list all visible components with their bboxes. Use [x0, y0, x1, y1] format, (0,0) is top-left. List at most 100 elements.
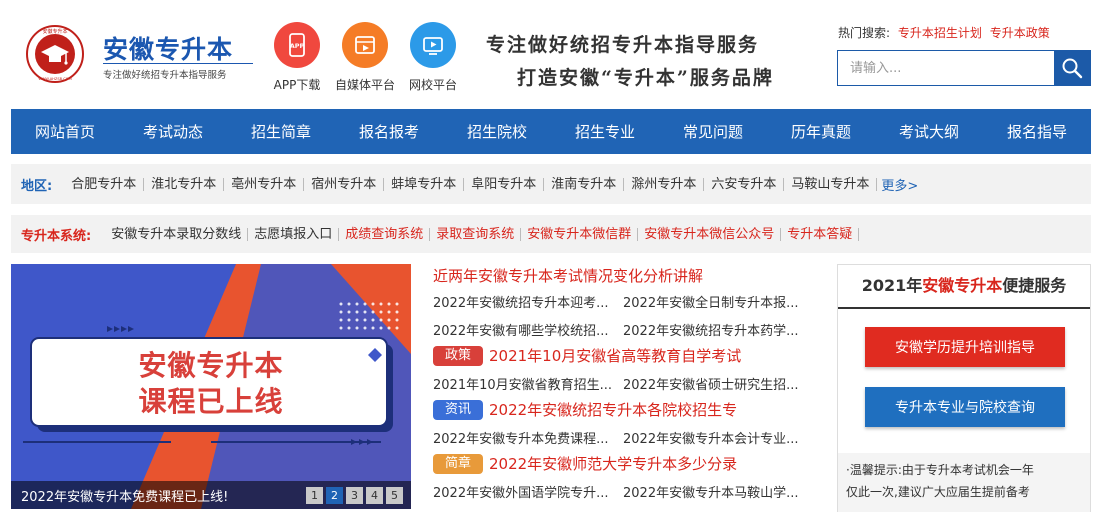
logo-seal-icon[interactable]: 安徽专升本 WWW.AHZSB.COM: [19, 24, 91, 84]
banner-headline-line: 课程已上线: [138, 385, 284, 418]
major-college-query-button[interactable]: 专升本专业与院校查询: [865, 387, 1065, 427]
news-tag-policy: 政策: [433, 345, 483, 366]
news-list: 近两年安徽专升本考试情况变化分析讲解 2022年安徽统招专升本迎考... 202…: [433, 264, 823, 512]
system-link[interactable]: 安徽专升本微信群: [521, 227, 639, 241]
nav-syllabus[interactable]: 考试大纲: [875, 109, 983, 154]
training-guide-button[interactable]: 安徽学历提升培训指导: [865, 327, 1065, 367]
slogan-line-1: 专注做好统招专升本指导服务: [486, 34, 760, 56]
region-link[interactable]: 滁州专升本: [624, 177, 705, 191]
news-headline-text: 2022年安徽统招专升本各院校招生专: [489, 401, 738, 419]
news-headline[interactable]: 近两年安徽专升本考试情况变化分析讲解: [433, 265, 703, 286]
news-link[interactable]: 2022年安徽省硕士研究生招...: [623, 374, 813, 393]
news-link[interactable]: 2022年安徽全日制专升本报...: [623, 292, 813, 311]
region-link[interactable]: 淮南专升本: [544, 177, 625, 191]
promo-banner[interactable]: 安徽专升本 课程已上线 2022年安徽专升本免费课程已上线! 1 2 3 4 5: [11, 264, 411, 509]
news-link[interactable]: 2022年安徽外国语学院专升...: [433, 482, 623, 501]
system-link[interactable]: 录取查询系统: [430, 227, 522, 241]
service-panel: 2021年安徽专升本便捷服务 安徽学历提升培训指导 专升本专业与院校查询 ·温馨…: [837, 264, 1091, 512]
pager-button[interactable]: 4: [366, 487, 383, 504]
app-download-button[interactable]: APP APP下载: [267, 22, 327, 93]
hot-search-label: 热门搜索:: [838, 26, 891, 40]
news-headline-text: 近两年安徽专升本考试情况变化分析讲解: [433, 267, 704, 285]
tips-line: ·温馨提示:由于专升本考试机会一年: [846, 463, 1034, 477]
media-platform-button[interactable]: 自媒体平台: [335, 22, 395, 93]
pager-button[interactable]: 1: [306, 487, 323, 504]
news-link[interactable]: 2022年安徽有哪些学校统招...: [433, 320, 623, 339]
region-link[interactable]: 阜阳专升本: [464, 177, 545, 191]
service-title-rest: 便捷服务: [1002, 276, 1067, 295]
news-row: 2022年安徽有哪些学校统招... 2022年安徽统招专升本药学...: [433, 320, 813, 339]
news-row: 2021年10月安徽省教育招生... 2022年安徽省硕士研究生招...: [433, 374, 813, 393]
news-link[interactable]: 2022年安徽统招专升本迎考...: [433, 292, 623, 311]
search-input[interactable]: [838, 51, 1054, 85]
nav-registration[interactable]: 报名报考: [335, 109, 443, 154]
news-link[interactable]: 2021年10月安徽省教育招生...: [433, 374, 623, 393]
system-link[interactable]: 安徽专升本微信公众号: [638, 227, 782, 241]
tips-box: ·温馨提示:由于专升本考试机会一年 仅此一次,建议广大应届生提前备考: [838, 453, 1090, 512]
nav-colleges[interactable]: 招生院校: [443, 109, 551, 154]
system-link[interactable]: 志愿填报入口: [248, 227, 340, 241]
news-headline[interactable]: 政策 2021年10月安徽省高等教育自学考试: [433, 345, 741, 366]
hot-search-link[interactable]: 专升本政策: [990, 26, 1050, 40]
nav-home[interactable]: 网站首页: [11, 109, 119, 154]
system-bar: 专升本系统: 安徽专升本录取分数线 志愿填报入口 成绩查询系统 录取查询系统 安…: [11, 215, 1091, 253]
news-row: 2022年安徽统招专升本迎考... 2022年安徽全日制专升本报...: [433, 292, 813, 311]
svg-text:APP: APP: [290, 42, 305, 50]
region-link[interactable]: 淮北专升本: [144, 177, 225, 191]
pager-button[interactable]: 5: [386, 487, 403, 504]
system-label: 专升本系统:: [21, 228, 92, 244]
nav-majors[interactable]: 招生专业: [551, 109, 659, 154]
news-headline[interactable]: 资讯 2022年安徽统招专升本各院校招生专: [433, 399, 737, 420]
region-more-link[interactable]: 更多>: [881, 175, 918, 194]
nav-faq[interactable]: 常见问题: [659, 109, 767, 154]
nav-admission-guide[interactable]: 招生简章: [227, 109, 335, 154]
region-link[interactable]: 亳州专升本: [224, 177, 305, 191]
news-tag-brochure: 简章: [433, 453, 483, 474]
banner-headline: 安徽专升本 课程已上线: [11, 348, 411, 420]
app-download-icon: APP: [274, 22, 320, 68]
tips-line: 仅此一次,建议广大应届生提前备考: [846, 485, 1030, 499]
main-nav: 网站首页 考试动态 招生简章 报名报考 招生院校 招生专业 常见问题 历年真题 …: [11, 109, 1091, 154]
region-link[interactable]: 马鞍山专升本: [784, 177, 878, 191]
region-link[interactable]: 合肥专升本: [64, 177, 145, 191]
logo-title[interactable]: 安徽专升本: [103, 30, 233, 66]
hot-search-link[interactable]: 专升本招生计划: [898, 26, 982, 40]
news-row: 2022年安徽外国语学院专升... 2022年安徽专升本马鞍山学...: [433, 482, 813, 501]
region-bar: 地区: 合肥专升本 淮北专升本 亳州专升本 宿州专升本 蚌埠专升本 阜阳专升本 …: [11, 164, 1091, 204]
online-school-button[interactable]: 网校平台: [403, 22, 463, 93]
pager-button[interactable]: 3: [346, 487, 363, 504]
hot-search: 热门搜索: 专升本招生计划 专升本政策: [838, 24, 1050, 41]
news-link[interactable]: 2022年安徽专升本免费课程...: [433, 428, 623, 447]
nav-exam-news[interactable]: 考试动态: [119, 109, 227, 154]
news-link[interactable]: 2022年安徽专升本会计专业...: [623, 428, 813, 447]
nav-past-papers[interactable]: 历年真题: [767, 109, 875, 154]
news-link[interactable]: 2022年安徽专升本马鞍山学...: [623, 482, 813, 501]
site-header: 安徽专升本 WWW.AHZSB.COM 安徽专升本 专注做好统招专升本指导服务 …: [0, 0, 1106, 108]
banner-pager: 1 2 3 4 5: [306, 487, 403, 504]
news-headline-text: 2022年安徽师范大学专升本多少分录: [489, 455, 738, 473]
region-label: 地区:: [21, 178, 53, 194]
svg-text:WWW.AHZSB.COM: WWW.AHZSB.COM: [38, 77, 71, 81]
banner-headline-line: 安徽专升本: [138, 349, 284, 382]
news-link[interactable]: 2022年安徽统招专升本药学...: [623, 320, 813, 339]
system-link[interactable]: 专升本答疑: [781, 227, 860, 241]
media-icon: [342, 22, 388, 68]
region-link[interactable]: 六安专升本: [704, 177, 785, 191]
logo-divider: [103, 63, 253, 64]
service-title-year: 2021年: [861, 276, 923, 295]
media-platform-label: 自媒体平台: [335, 78, 396, 92]
system-link[interactable]: 成绩查询系统: [339, 227, 431, 241]
pager-button-active[interactable]: 2: [326, 487, 343, 504]
banner-caption[interactable]: 2022年安徽专升本免费课程已上线! 1 2 3 4 5: [11, 481, 411, 509]
search-icon: [1062, 58, 1083, 79]
system-link[interactable]: 安徽专升本录取分数线: [105, 227, 249, 241]
banner-caption-text: 2022年安徽专升本免费课程已上线!: [21, 489, 229, 505]
search-button[interactable]: [1054, 51, 1090, 85]
news-headline[interactable]: 简章 2022年安徽师范大学专升本多少分录: [433, 453, 737, 474]
region-link[interactable]: 蚌埠专升本: [384, 177, 465, 191]
region-link[interactable]: 宿州专升本: [304, 177, 385, 191]
svg-text:安徽专升本: 安徽专升本: [42, 28, 67, 35]
news-row: 2022年安徽专升本免费课程... 2022年安徽专升本会计专业...: [433, 428, 813, 447]
service-title: 2021年安徽专升本便捷服务: [838, 265, 1090, 309]
nav-registration-guide[interactable]: 报名指导: [983, 109, 1091, 154]
